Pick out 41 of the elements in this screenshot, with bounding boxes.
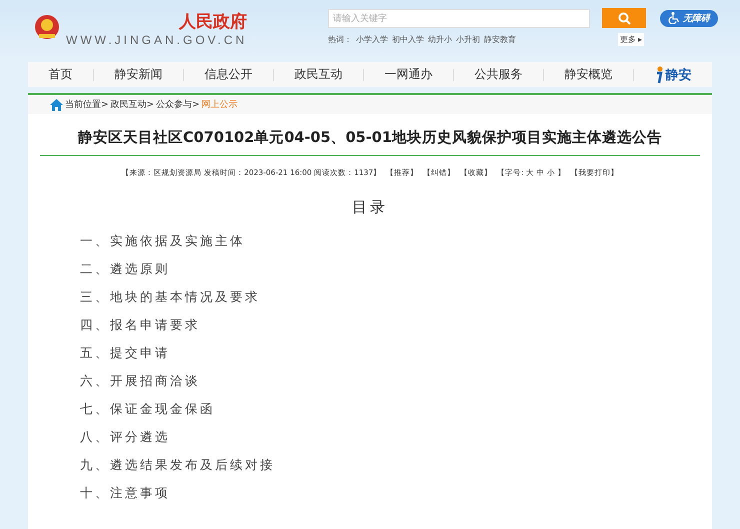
toc-item: 十、注意事项 [79, 485, 171, 502]
nav-item[interactable]: 首页 [48, 66, 72, 83]
nav-item[interactable]: 公共服务 [474, 66, 523, 83]
article-title: 静安区天目社区C070102单元04-05、05-01地块历史风貌保护项目实施主体遴选公告 [76, 128, 663, 147]
hot-word-link[interactable]: 静安教育 [484, 34, 516, 45]
toc-item: 二、遴选原则 [79, 261, 171, 278]
breadcrumb-link[interactable]: 当前位置> [65, 98, 109, 111]
toc-item: 四、报名申请要求 [79, 317, 201, 334]
hot-word-link[interactable]: 幼升小 [428, 34, 452, 45]
nav-item[interactable]: 静安概览 [564, 66, 613, 83]
nav-item[interactable]: 政民互动 [294, 66, 342, 83]
home-icon [50, 98, 63, 110]
hot-word-link[interactable]: 初中入学 [392, 34, 424, 45]
site-url: WWW.JINGAN.GOV.CN [66, 32, 248, 46]
wheelchair-icon [668, 12, 680, 24]
toc-item: 八、评分遴选 [79, 429, 171, 446]
toc-item: 五、提交申请 [79, 345, 171, 362]
search-field[interactable]: 请输入关键字 [328, 8, 590, 28]
brand-logo[interactable]: 静安 [654, 66, 692, 84]
breadcrumb-link[interactable]: 政民互动> [110, 98, 154, 111]
more-button[interactable]: 更多 ▸ [618, 33, 644, 46]
hot-word-link[interactable]: 小升初 [456, 34, 480, 45]
emblem-icon [34, 14, 60, 40]
toc-item: 七、保证金现金保函 [79, 401, 216, 418]
toc-heading: 目录 [351, 198, 389, 217]
search-button[interactable] [602, 8, 646, 28]
brand-mark-icon [654, 66, 665, 84]
hot-words-label: 热词： [328, 34, 352, 45]
hot-word-link[interactable]: 小学入学 [356, 34, 388, 45]
site-title: 人民政府 [179, 10, 248, 32]
toc-item: 一、实施依据及实施主体 [79, 233, 246, 250]
accessibility-button[interactable]: 无障碍 [660, 10, 718, 26]
toc-item: 三、地块的基本情况及要求 [79, 289, 261, 306]
nav-item[interactable]: 一网通办 [384, 66, 433, 83]
breadcrumb-link[interactable]: 公众参与> [156, 98, 200, 111]
search-icon [618, 12, 630, 24]
brand-text: 静安 [666, 66, 692, 84]
nav-item[interactable]: 静安新闻 [114, 66, 162, 83]
toc-item: 六、开展招商洽谈 [79, 373, 201, 390]
toc-item: 九、遴选结果发布及后续对接 [79, 457, 276, 474]
nav-item[interactable]: 信息公开 [204, 66, 252, 83]
